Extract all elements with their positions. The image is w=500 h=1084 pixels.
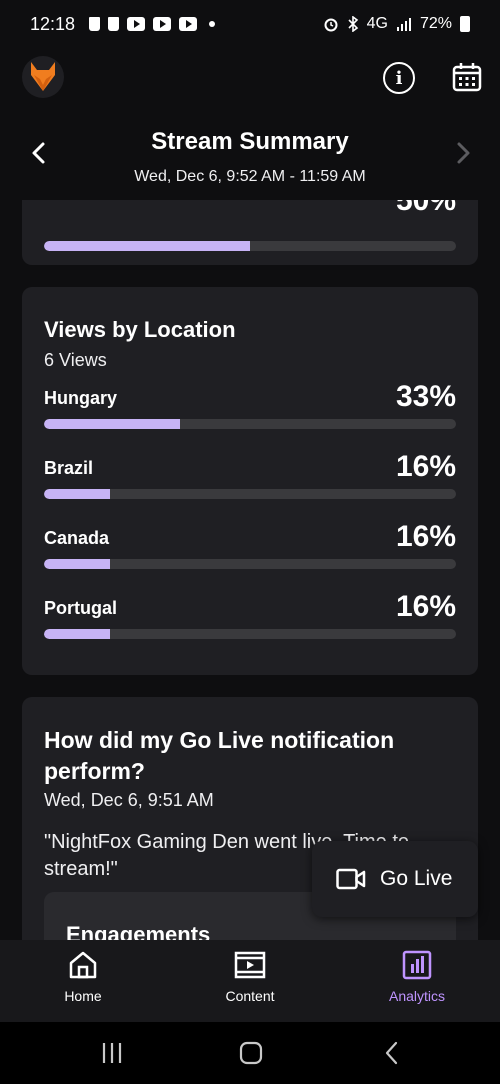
page-title: Stream Summary: [151, 128, 349, 155]
notification-cup-icon-2: [108, 17, 120, 31]
location-percent: 16%: [395, 590, 456, 623]
location-percent: 16%: [395, 520, 456, 553]
location-name: Brazil: [44, 458, 94, 478]
youtube-icon: [127, 17, 146, 31]
fox-head-icon: [31, 62, 55, 91]
battery-percent: 72%: [419, 15, 452, 32]
alarm-icon: [324, 18, 338, 32]
nav-analytics-label: Analytics: [388, 988, 446, 1004]
calendar-icon[interactable]: [452, 62, 482, 92]
location-percent: 16%: [395, 450, 456, 483]
bottom-nav: Home Content Analytics: [0, 940, 500, 1022]
engagements-title: Engagements: [66, 922, 211, 940]
partial-stat-bar-fill: [44, 241, 250, 251]
nav-home[interactable]: Home: [0, 940, 166, 1022]
status-time: 12:18: [30, 13, 76, 34]
location-name: Portugal: [44, 598, 118, 618]
go-live-label: Go Live: [380, 867, 453, 890]
summary-header: Stream Summary Wed, Dec 6, 9:52 AM - 11:…: [0, 120, 500, 192]
location-row: Hungary 33%: [22, 380, 478, 448]
location-bar-fill: [44, 489, 110, 499]
home-icon: [69, 951, 97, 979]
back-system-icon[interactable]: [379, 1040, 405, 1066]
stream-date-range: Wed, Dec 6, 9:52 AM - 11:59 AM: [134, 168, 366, 185]
location-name: Hungary: [44, 388, 118, 408]
location-name: Canada: [44, 528, 110, 548]
location-views-count: 6 Views: [44, 350, 107, 370]
analytics-chart-icon: [402, 950, 432, 980]
status-bar: 12:18 4G 72%: [0, 0, 500, 48]
location-percent: 33%: [395, 380, 456, 413]
location-bar: [44, 629, 456, 639]
location-card-title: Views by Location: [44, 317, 236, 342]
fox-logo-icon[interactable]: [22, 56, 64, 98]
location-row: Portugal 16%: [22, 590, 478, 658]
video-camera-icon: [336, 868, 366, 890]
location-bar: [44, 559, 456, 569]
recent-apps-icon[interactable]: [99, 1040, 125, 1066]
home-system-icon[interactable]: [238, 1040, 264, 1066]
next-stream-chevron-icon[interactable]: [450, 138, 476, 168]
bluetooth-icon: [348, 16, 358, 32]
partial-stat-percent: 50%: [395, 200, 456, 217]
system-nav-bar: [0, 1022, 500, 1084]
more-notifications-dot-icon: [209, 21, 216, 27]
notification-cup-icon: [89, 17, 101, 31]
status-left: 12:18: [30, 13, 216, 35]
battery-icon: [460, 16, 470, 32]
partial-stat-card: 50%: [22, 200, 478, 265]
go-live-button[interactable]: Go Live: [312, 841, 478, 917]
nav-analytics[interactable]: Analytics: [334, 940, 500, 1022]
location-bar-fill: [44, 419, 180, 429]
signal-icon: [396, 18, 411, 31]
views-by-location-card: Views by Location 6 Views Hungary 33% Br…: [22, 287, 478, 675]
status-right: 4G 72%: [323, 15, 470, 33]
location-row: Brazil 16%: [22, 450, 478, 518]
location-bar: [44, 419, 456, 429]
youtube-icon-2: [153, 17, 172, 31]
nav-content[interactable]: Content: [167, 940, 333, 1022]
nav-home-label: Home: [64, 988, 102, 1004]
notification-card-title: How did my Go Live notification perform?: [44, 727, 395, 784]
location-bar: [44, 489, 456, 499]
location-bar-fill: [44, 629, 110, 639]
location-bar-fill: [44, 559, 110, 569]
network-type: 4G: [366, 15, 388, 32]
info-icon[interactable]: i: [383, 62, 415, 94]
content-film-icon: [234, 951, 266, 979]
nav-content-label: Content: [225, 988, 275, 1004]
summary-scroll-area[interactable]: 50% Views by Location 6 Views Hungary 33…: [0, 200, 500, 940]
partial-stat-bar: [44, 241, 456, 251]
location-row: Canada 16%: [22, 520, 478, 588]
notification-date: Wed, Dec 6, 9:51 AM: [44, 790, 214, 810]
youtube-icon-3: [179, 17, 198, 31]
app-bar: i: [0, 52, 500, 102]
